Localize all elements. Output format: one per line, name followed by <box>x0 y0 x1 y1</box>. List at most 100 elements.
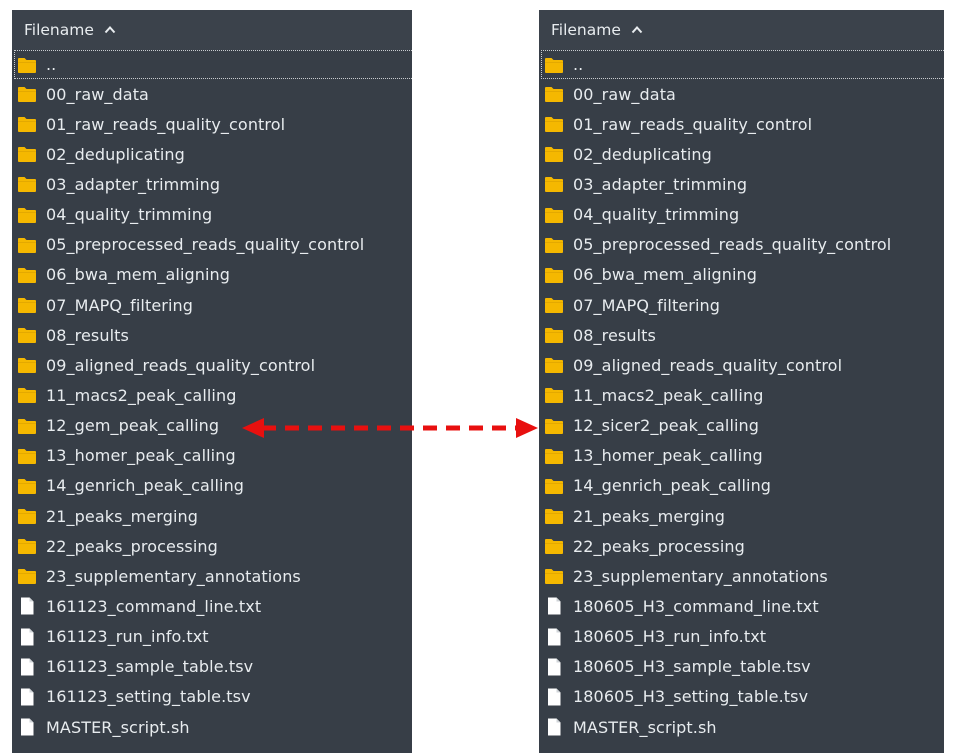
file-row[interactable]: MASTER_script.sh <box>12 712 412 742</box>
row-name: 09_aligned_reads_quality_control <box>573 355 843 375</box>
folder-row[interactable]: 22_peaks_processing <box>539 531 944 561</box>
row-name: MASTER_script.sh <box>573 717 717 737</box>
folder-row[interactable]: 21_peaks_merging <box>539 501 944 531</box>
folder-icon <box>544 175 564 193</box>
file-icon <box>544 688 564 706</box>
file-icon <box>544 597 564 615</box>
folder-row[interactable]: 00_raw_data <box>12 79 412 109</box>
row-name: 04_quality_trimming <box>46 205 213 225</box>
file-row[interactable]: MASTER_script.sh <box>539 712 944 742</box>
row-name: 05_preprocessed_reads_quality_control <box>46 235 365 255</box>
folder-row[interactable]: 22_peaks_processing <box>12 531 412 561</box>
file-row[interactable]: 180605_H3_run_info.txt <box>539 622 944 652</box>
sort-ascending-chevron-icon[interactable] <box>104 24 116 36</box>
folder-icon <box>17 477 37 495</box>
folder-icon <box>544 386 564 404</box>
row-name: 08_results <box>573 325 656 345</box>
file-row[interactable]: 180605_H3_command_line.txt <box>539 591 944 621</box>
folder-icon <box>17 356 37 374</box>
row-name: 06_bwa_mem_aligning <box>46 265 231 285</box>
file-row[interactable]: 161123_setting_table.tsv <box>12 682 412 712</box>
filename-header-label: Filename <box>24 21 94 39</box>
file-icon <box>544 718 564 736</box>
folder-row[interactable]: 04_quality_trimming <box>12 200 412 230</box>
folder-row[interactable]: .. <box>541 50 944 79</box>
row-name: 180605_H3_setting_table.tsv <box>573 687 809 707</box>
folder-row[interactable]: 09_aligned_reads_quality_control <box>12 350 412 380</box>
file-icon <box>17 658 37 676</box>
folder-icon <box>17 567 37 585</box>
file-row[interactable]: 161123_sample_table.tsv <box>12 652 412 682</box>
file-row[interactable]: 161123_run_info.txt <box>12 622 412 652</box>
folder-row[interactable]: 13_homer_peak_calling <box>12 441 412 471</box>
folder-icon <box>17 85 37 103</box>
row-name: 22_peaks_processing <box>46 536 218 556</box>
folder-icon <box>17 417 37 435</box>
file-row[interactable]: 161123_command_line.txt <box>12 591 412 621</box>
row-name: 01_raw_reads_quality_control <box>46 114 286 134</box>
row-name: 00_raw_data <box>573 84 676 104</box>
folder-row[interactable]: 23_supplementary_annotations <box>12 561 412 591</box>
row-name: 02_deduplicating <box>46 144 185 164</box>
folder-icon <box>17 115 37 133</box>
folder-row[interactable]: 03_adapter_trimming <box>539 169 944 199</box>
folder-icon <box>17 175 37 193</box>
folder-icon <box>17 296 37 314</box>
folder-row[interactable]: 03_adapter_trimming <box>12 169 412 199</box>
folder-row[interactable]: 01_raw_reads_quality_control <box>539 109 944 139</box>
folder-row[interactable]: 02_deduplicating <box>12 139 412 169</box>
folder-row[interactable]: 05_preprocessed_reads_quality_control <box>12 230 412 260</box>
file-row[interactable]: 180605_H3_setting_table.tsv <box>539 682 944 712</box>
row-name: 07_MAPQ_filtering <box>573 295 721 315</box>
folder-icon <box>544 145 564 163</box>
row-name: 00_raw_data <box>46 84 149 104</box>
folder-icon <box>17 447 37 465</box>
folder-row[interactable]: 11_macs2_peak_calling <box>539 380 944 410</box>
folder-icon <box>17 537 37 555</box>
folder-icon <box>544 296 564 314</box>
folder-row[interactable]: 14_genrich_peak_calling <box>12 471 412 501</box>
filename-column-header[interactable]: Filename <box>539 10 944 50</box>
folder-row[interactable]: 00_raw_data <box>539 79 944 109</box>
row-name: 02_deduplicating <box>573 144 712 164</box>
row-name: .. <box>573 55 584 74</box>
file-list: .. 00_raw_data 01_raw_reads_quality_contro… <box>12 50 412 742</box>
folder-icon <box>544 326 564 344</box>
folder-row[interactable]: 11_macs2_peak_calling <box>12 380 412 410</box>
filename-column-header[interactable]: Filename <box>12 10 412 50</box>
row-name: 14_genrich_peak_calling <box>46 476 245 496</box>
left-file-list-panel: Filename .. 00_raw_data 01_raw_reads_quali… <box>12 10 412 753</box>
folder-row[interactable]: 06_bwa_mem_aligning <box>539 260 944 290</box>
folder-icon <box>17 266 37 284</box>
folder-icon <box>544 266 564 284</box>
filename-header-label: Filename <box>551 21 621 39</box>
folder-row[interactable]: 02_deduplicating <box>539 139 944 169</box>
folder-row[interactable]: 12_sicer2_peak_calling <box>539 411 944 441</box>
folder-row[interactable]: 06_bwa_mem_aligning <box>12 260 412 290</box>
folder-row[interactable]: 08_results <box>12 320 412 350</box>
file-icon <box>17 688 37 706</box>
file-row[interactable]: 180605_H3_sample_table.tsv <box>539 652 944 682</box>
folder-icon <box>17 386 37 404</box>
folder-row[interactable]: 01_raw_reads_quality_control <box>12 109 412 139</box>
folder-row[interactable]: 14_genrich_peak_calling <box>539 471 944 501</box>
row-name: 06_bwa_mem_aligning <box>573 265 758 285</box>
folder-row[interactable]: 23_supplementary_annotations <box>539 561 944 591</box>
row-name: 14_genrich_peak_calling <box>573 476 772 496</box>
file-icon <box>544 628 564 646</box>
folder-icon <box>544 356 564 374</box>
sort-ascending-chevron-icon[interactable] <box>631 24 643 36</box>
folder-row[interactable]: 07_MAPQ_filtering <box>539 290 944 320</box>
folder-row[interactable]: 13_homer_peak_calling <box>539 441 944 471</box>
folder-row[interactable]: 05_preprocessed_reads_quality_control <box>539 230 944 260</box>
folder-row[interactable]: 21_peaks_merging <box>12 501 412 531</box>
folder-row[interactable]: 08_results <box>539 320 944 350</box>
folder-row[interactable]: 09_aligned_reads_quality_control <box>539 350 944 380</box>
folder-row[interactable]: 04_quality_trimming <box>539 200 944 230</box>
folder-row[interactable]: .. <box>14 50 412 79</box>
folder-icon <box>544 537 564 555</box>
file-icon <box>544 658 564 676</box>
double-arrow-icon <box>242 418 538 438</box>
folder-row[interactable]: 07_MAPQ_filtering <box>12 290 412 320</box>
folder-icon <box>544 567 564 585</box>
